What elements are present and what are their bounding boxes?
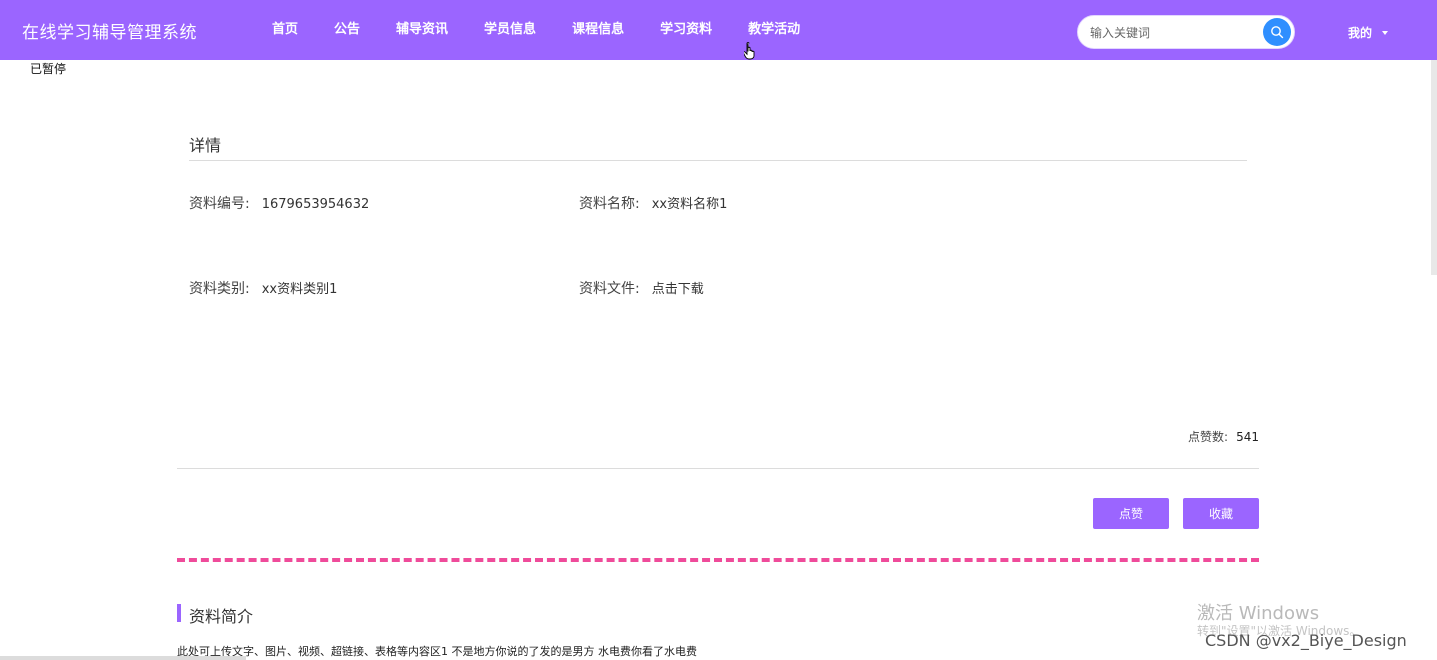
site-title: 在线学习辅导管理系统: [22, 23, 197, 43]
field-value: xx资料类别1: [261, 282, 338, 297]
field-material-id: 资料编号: 1679653954632: [189, 193, 369, 213]
favorite-button[interactable]: 收藏: [1183, 498, 1259, 529]
paused-indicator: 已暂停: [30, 62, 67, 76]
download-link[interactable]: 点击下载: [652, 278, 704, 297]
top-nav-bar: 在线学习辅导管理系统 首页 公告 辅导资讯 学员信息 课程信息 学习资料 教学活…: [0, 0, 1437, 60]
like-count-value: 541: [1236, 430, 1259, 444]
field-material-name: 资料名称: xx资料名称1: [579, 193, 727, 213]
search-input[interactable]: [1090, 23, 1260, 43]
vertical-scrollbar[interactable]: [1431, 60, 1437, 275]
search-box: [1077, 15, 1295, 49]
user-menu-label: 我的: [1348, 26, 1373, 40]
field-label: 资料类别:: [189, 281, 250, 297]
search-button[interactable]: [1263, 18, 1291, 46]
field-material-category: 资料类别: xx资料类别1: [189, 278, 337, 298]
hand-cursor-icon: [744, 42, 755, 60]
field-label: 资料名称:: [579, 196, 640, 212]
like-count-label: 点赞数:: [1188, 430, 1229, 444]
like-button[interactable]: 点赞: [1093, 498, 1169, 529]
main-nav: 首页 公告 辅导资讯 学员信息 课程信息 学习资料 教学活动: [254, 0, 818, 60]
field-value: 1679653954632: [261, 197, 370, 212]
like-count: 点赞数: 541: [1188, 428, 1259, 445]
horizontal-scrollbar[interactable]: [0, 656, 246, 660]
nav-students[interactable]: 学员信息: [466, 0, 554, 60]
caret-down-icon: [1382, 30, 1389, 35]
section-accent-bar: [177, 604, 181, 622]
nav-courses[interactable]: 课程信息: [554, 0, 642, 60]
nav-tutoring-news[interactable]: 辅导资讯: [378, 0, 466, 60]
nav-home[interactable]: 首页: [254, 0, 316, 60]
csdn-credit: CSDN @vx2_Biye_Design: [1205, 631, 1407, 650]
detail-section-title: 详情: [189, 136, 222, 155]
field-value: xx资料名称1: [651, 197, 728, 212]
dashed-divider: [177, 558, 1259, 562]
intro-content: 此处可上传文字、图片、视频、超链接、表格等内容区1 不是地方你说的了发的是男方 …: [177, 645, 697, 658]
field-label: 资料编号:: [189, 196, 250, 212]
intro-section-title: 资料简介: [189, 607, 254, 626]
divider: [189, 160, 1247, 161]
nav-materials[interactable]: 学习资料: [642, 0, 730, 60]
field-label: 资料文件:: [579, 281, 640, 297]
divider: [177, 468, 1259, 469]
user-menu[interactable]: 我的: [1348, 24, 1389, 41]
field-material-file: 资料文件: 点击下载: [579, 278, 704, 298]
search-icon: [1271, 26, 1284, 39]
nav-announcements[interactable]: 公告: [316, 0, 378, 60]
